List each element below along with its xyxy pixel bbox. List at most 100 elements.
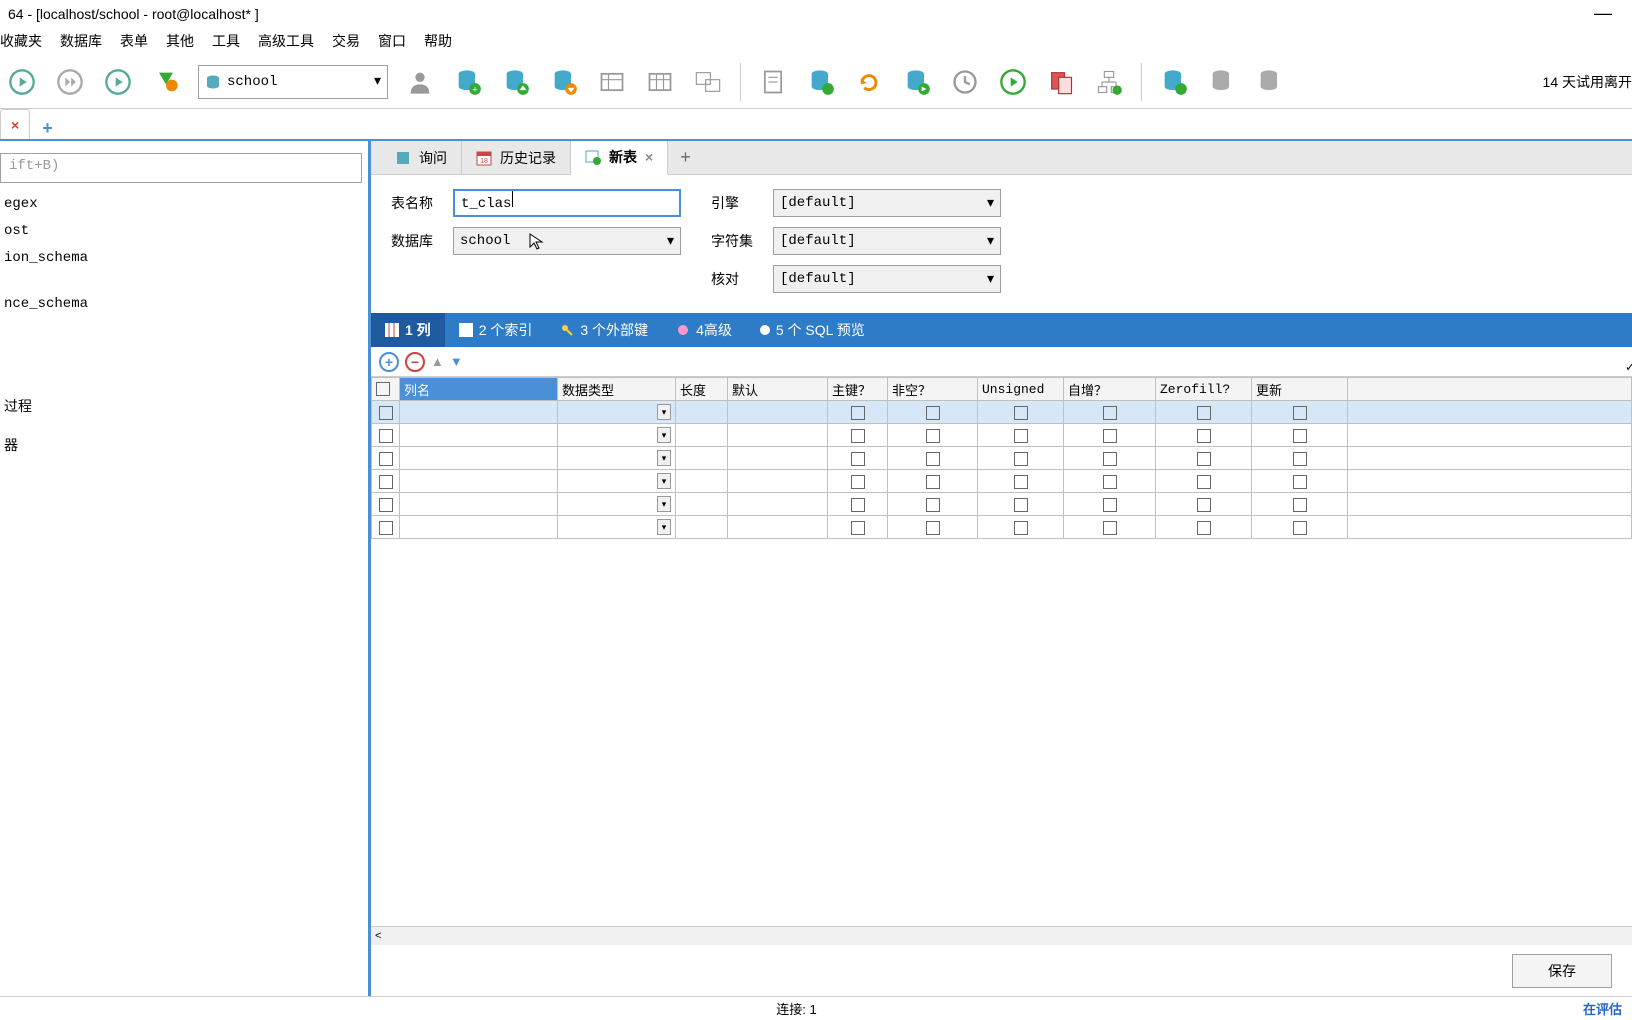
subtab-indexes[interactable]: 2 个索引 <box>445 313 547 347</box>
toolbar-fastforward-icon[interactable] <box>48 60 92 104</box>
menu-transaction[interactable]: 交易 <box>332 31 360 51</box>
columns-grid[interactable]: 列名 数据类型 长度 默认 主键？ 非空？ Unsigned 自增？ Zerof… <box>371 377 1632 539</box>
cell-type[interactable]: ▾ <box>558 470 676 493</box>
toolbar-reload-icon[interactable] <box>847 60 891 104</box>
dropdown-icon[interactable]: ▾ <box>657 519 671 535</box>
cell-name[interactable] <box>400 424 558 447</box>
toolbar-db-add-icon[interactable]: + <box>446 60 490 104</box>
cell-name[interactable] <box>400 401 558 424</box>
cell-default[interactable] <box>728 470 828 493</box>
tree-item[interactable]: 过程 <box>0 394 368 421</box>
charset-combo[interactable]: [default]▾ <box>773 227 1001 255</box>
col-header-type[interactable]: 数据类型 <box>558 378 676 401</box>
cell-default[interactable] <box>728 401 828 424</box>
zerofill-checkbox[interactable] <box>1197 406 1211 420</box>
unsigned-checkbox[interactable] <box>1014 498 1028 512</box>
cell-length[interactable] <box>676 447 728 470</box>
tab-new-table[interactable]: 新表 × <box>571 141 668 175</box>
cell-default[interactable] <box>728 447 828 470</box>
notnull-checkbox[interactable] <box>926 406 940 420</box>
cell-length[interactable] <box>676 470 728 493</box>
tree-item[interactable]: 器 <box>0 433 368 460</box>
cell-length[interactable] <box>676 493 728 516</box>
add-connection-button[interactable]: + <box>34 118 61 139</box>
toolbar-schema-icon[interactable] <box>1087 60 1131 104</box>
col-header-unsigned[interactable]: Unsigned <box>978 378 1064 401</box>
cell-default[interactable] <box>728 424 828 447</box>
row-checkbox[interactable] <box>379 475 393 489</box>
col-header-autoinc[interactable]: 自增？ <box>1064 378 1156 401</box>
toolbar-play2-icon[interactable] <box>991 60 1035 104</box>
zerofill-checkbox[interactable] <box>1197 452 1211 466</box>
pk-checkbox[interactable] <box>851 406 865 420</box>
tree-item[interactable]: ion_schema <box>0 245 368 272</box>
cell-default[interactable] <box>728 493 828 516</box>
toolbar-table3-icon[interactable] <box>686 60 730 104</box>
tree-item[interactable]: nce_schema <box>0 291 368 318</box>
toolbar-doc-icon[interactable] <box>751 60 795 104</box>
subtab-sql[interactable]: 5 个 SQL 预览 <box>746 313 879 347</box>
autoinc-checkbox[interactable] <box>1103 521 1117 535</box>
cell-type[interactable]: ▾ <box>558 401 676 424</box>
toolbar-table2-icon[interactable] <box>638 60 682 104</box>
subtab-advanced[interactable]: 4高级 <box>662 313 746 347</box>
notnull-checkbox[interactable] <box>926 475 940 489</box>
pk-checkbox[interactable] <box>851 475 865 489</box>
toolbar-db-gear-icon[interactable] <box>1152 60 1196 104</box>
autoinc-checkbox[interactable] <box>1103 406 1117 420</box>
notnull-checkbox[interactable] <box>926 521 940 535</box>
table-row[interactable]: ▾ <box>372 424 1632 447</box>
toolbar-db-down-icon[interactable] <box>542 60 586 104</box>
update-checkbox[interactable] <box>1293 498 1307 512</box>
autoinc-checkbox[interactable] <box>1103 475 1117 489</box>
collation-combo[interactable]: [default]▾ <box>773 265 1001 293</box>
sidebar-tree[interactable]: egex ost ion_schema nce_schema 过程 器 <box>0 191 368 460</box>
toolbar-table1-icon[interactable] <box>590 60 634 104</box>
move-down-icon[interactable]: ▼ <box>450 354 463 369</box>
minimize-button[interactable]: — <box>1582 3 1624 24</box>
toolbar-db-up-icon[interactable] <box>494 60 538 104</box>
engine-combo[interactable]: [default]▾ <box>773 189 1001 217</box>
unsigned-checkbox[interactable] <box>1014 452 1028 466</box>
zerofill-checkbox[interactable] <box>1197 429 1211 443</box>
notnull-checkbox[interactable] <box>926 452 940 466</box>
zerofill-checkbox[interactable] <box>1197 521 1211 535</box>
table-row[interactable]: ▾ <box>372 493 1632 516</box>
add-row-button[interactable]: + <box>379 352 399 372</box>
database-combo[interactable]: school▾ <box>453 227 681 255</box>
menu-tools[interactable]: 工具 <box>212 31 240 51</box>
subtab-fk[interactable]: 3 个外部键 <box>546 313 662 347</box>
menu-form[interactable]: 表单 <box>120 31 148 51</box>
pk-checkbox[interactable] <box>851 452 865 466</box>
dropdown-icon[interactable]: ▾ <box>657 404 671 420</box>
row-checkbox[interactable] <box>379 429 393 443</box>
connection-tab[interactable]: × <box>0 109 30 139</box>
dropdown-icon[interactable]: ▾ <box>657 427 671 443</box>
pk-checkbox[interactable] <box>851 498 865 512</box>
cell-type[interactable]: ▾ <box>558 447 676 470</box>
horizontal-scrollbar[interactable]: < <box>371 926 1632 944</box>
toolbar-refresh-icon[interactable] <box>144 60 188 104</box>
cell-name[interactable] <box>400 447 558 470</box>
toolbar-db-play-icon[interactable] <box>895 60 939 104</box>
row-checkbox[interactable] <box>379 406 393 420</box>
update-checkbox[interactable] <box>1293 452 1307 466</box>
unsigned-checkbox[interactable] <box>1014 429 1028 443</box>
remove-row-button[interactable]: − <box>405 352 425 372</box>
menu-help[interactable]: 帮助 <box>424 31 452 51</box>
update-checkbox[interactable] <box>1293 521 1307 535</box>
col-header-pk[interactable]: 主键？ <box>828 378 888 401</box>
update-checkbox[interactable] <box>1293 429 1307 443</box>
zerofill-checkbox[interactable] <box>1197 475 1211 489</box>
close-icon[interactable]: × <box>645 149 653 165</box>
header-checkbox[interactable] <box>376 382 390 396</box>
table-row[interactable]: ▾ <box>372 401 1632 424</box>
cell-length[interactable] <box>676 424 728 447</box>
cell-name[interactable] <box>400 516 558 539</box>
table-row[interactable]: ▾ <box>372 516 1632 539</box>
tree-item[interactable]: egex <box>0 191 368 218</box>
toolbar-db-refresh-icon[interactable] <box>799 60 843 104</box>
col-header-name[interactable]: 列名 <box>400 378 558 401</box>
toolbar-clock-icon[interactable] <box>943 60 987 104</box>
unsigned-checkbox[interactable] <box>1014 475 1028 489</box>
